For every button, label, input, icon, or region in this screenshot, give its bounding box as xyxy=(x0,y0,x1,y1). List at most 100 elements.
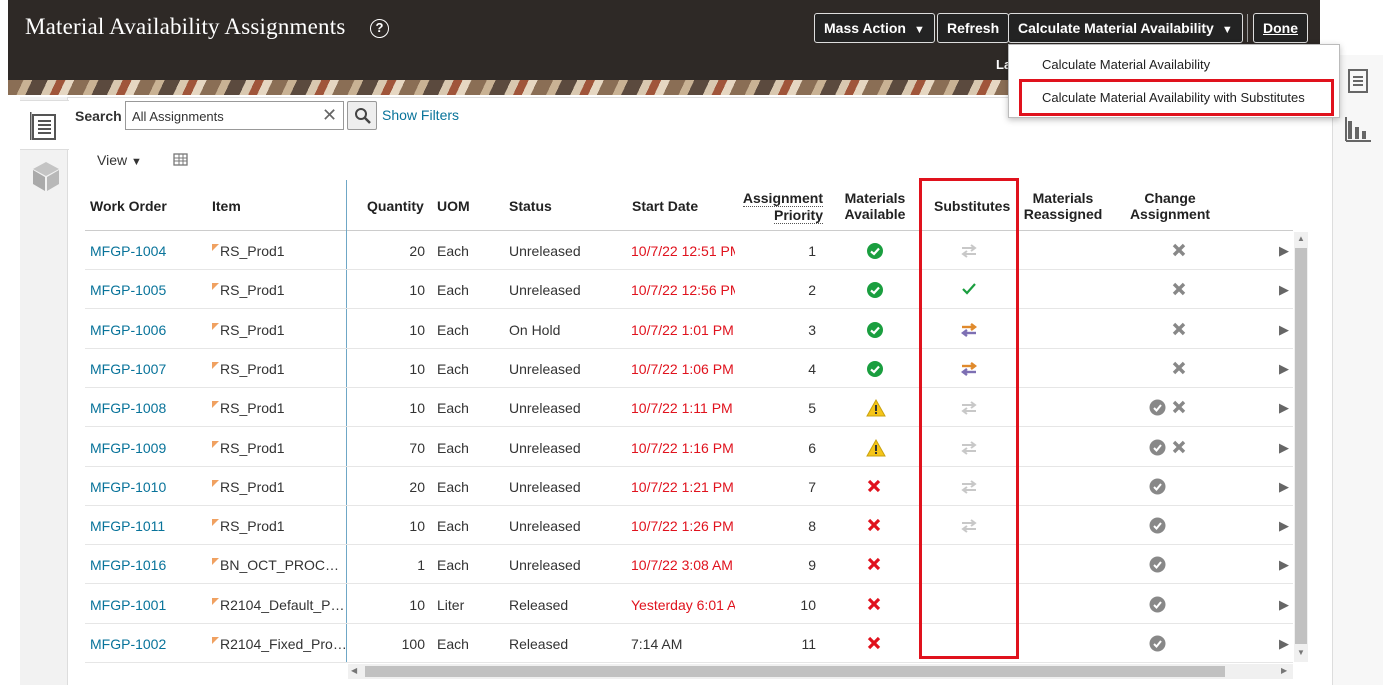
tab-list-view[interactable] xyxy=(20,100,69,150)
table-row[interactable]: MFGP-1002 R2104_Fixed_Pro… 100 Each Released… xyxy=(85,624,1293,663)
table-row[interactable]: MFGP-1006 RS_Prod1 10 Each On Hold 10/7/22 1:… xyxy=(85,310,1293,349)
check-gray-icon[interactable] xyxy=(1149,596,1166,616)
header-assignment-priority[interactable]: Assignment Priority xyxy=(741,190,823,224)
check-gray-icon[interactable] xyxy=(1149,399,1166,419)
warning-icon xyxy=(866,438,886,460)
row-expand-icon[interactable]: ▶ xyxy=(1279,361,1289,377)
freeze-columns-icon[interactable] xyxy=(171,151,189,169)
row-expand-icon[interactable]: ▶ xyxy=(1279,597,1289,613)
work-order-link[interactable]: MFGP-1016 xyxy=(90,557,166,573)
header-item[interactable]: Item xyxy=(212,198,241,214)
caret-down-icon: ▼ xyxy=(913,24,925,36)
x-gray-icon[interactable] xyxy=(1171,360,1187,379)
check-gray-icon[interactable] xyxy=(1149,517,1166,537)
row-expand-icon[interactable]: ▶ xyxy=(1279,479,1289,495)
document-icon[interactable] xyxy=(1348,69,1368,93)
done-button[interactable]: Done xyxy=(1253,13,1308,43)
work-order-link[interactable]: MFGP-1001 xyxy=(90,597,166,613)
check-gray-icon[interactable] xyxy=(1149,556,1166,576)
work-order-link[interactable]: MFGP-1007 xyxy=(90,361,166,377)
table-row[interactable]: MFGP-1004 RS_Prod1 20 Each Unreleased 10/7/22… xyxy=(85,231,1293,270)
x-gray-icon[interactable] xyxy=(1171,242,1187,261)
header-materials-reassigned[interactable]: Materials Reassigned xyxy=(1022,190,1104,222)
horizontal-scroll-thumb[interactable] xyxy=(365,666,1225,677)
status-cell: Released xyxy=(509,596,569,613)
work-order-link[interactable]: MFGP-1008 xyxy=(90,400,166,416)
check-circle-icon xyxy=(866,321,884,342)
work-order-link[interactable]: MFGP-1002 xyxy=(90,636,166,652)
work-order-link[interactable]: MFGP-1005 xyxy=(90,282,166,298)
scroll-up-icon[interactable]: ▲ xyxy=(1297,234,1305,243)
row-expand-icon[interactable]: ▶ xyxy=(1279,636,1289,652)
uom-cell: Each xyxy=(437,400,469,417)
table-row[interactable]: MFGP-1008 RS_Prod1 10 Each Unreleased 10/7/22… xyxy=(85,388,1293,428)
table-row[interactable]: MFGP-1011 RS_Prod1 10 Each Unreleased 10/7/22… xyxy=(85,506,1293,546)
start-date-cell: 10/7/22 12:51 PM xyxy=(631,243,735,259)
show-filters-link[interactable]: Show Filters xyxy=(382,107,459,123)
calculate-material-availability-button[interactable]: Calculate Material Availability ▼ xyxy=(1008,13,1243,43)
row-expand-icon[interactable]: ▶ xyxy=(1279,557,1289,573)
header-work-order[interactable]: Work Order xyxy=(90,198,167,214)
table-row[interactable]: MFGP-1010 RS_Prod1 20 Each Unreleased 10/7/22… xyxy=(85,467,1293,506)
quantity-cell: 70 xyxy=(409,439,425,456)
header-start-date[interactable]: Start Date xyxy=(632,198,698,214)
quantity-cell: 10 xyxy=(409,360,425,377)
view-menu[interactable]: View ▼ xyxy=(97,152,142,168)
x-gray-icon[interactable] xyxy=(1171,439,1187,458)
uom-cell: Each xyxy=(437,478,469,495)
uom-cell: Each xyxy=(437,243,469,259)
refresh-button[interactable]: Refresh xyxy=(937,13,1010,43)
header-status[interactable]: Status xyxy=(509,198,552,214)
x-gray-icon[interactable] xyxy=(1171,281,1187,300)
row-expand-icon[interactable]: ▶ xyxy=(1279,322,1289,338)
start-date-cell: 10/7/22 1:26 PM xyxy=(631,518,734,535)
bar-chart-icon[interactable] xyxy=(1344,115,1372,143)
menu-item-calculate[interactable]: Calculate Material Availability xyxy=(1042,57,1210,72)
header-quantity[interactable]: Quantity xyxy=(367,198,424,214)
item-cell: BN_OCT_PROC… xyxy=(212,557,339,573)
table-row[interactable]: MFGP-1001 R2104_Default_P… 10 Liter Released… xyxy=(85,585,1293,624)
row-expand-icon[interactable]: ▶ xyxy=(1279,518,1289,534)
x-gray-icon[interactable] xyxy=(1171,321,1187,340)
work-order-link[interactable]: MFGP-1011 xyxy=(90,518,165,534)
help-icon[interactable]: ? xyxy=(370,19,389,38)
priority-cell: 1 xyxy=(808,243,816,259)
table-row[interactable]: MFGP-1005 RS_Prod1 10 Each Unreleased 10/7/22… xyxy=(85,270,1293,310)
row-expand-icon[interactable]: ▶ xyxy=(1279,243,1289,259)
header-change-assignment[interactable]: Change Assignment xyxy=(1126,190,1214,222)
check-gray-icon[interactable] xyxy=(1149,439,1166,459)
scroll-right-icon[interactable]: ▶ xyxy=(1281,666,1287,675)
scroll-down-icon[interactable]: ▼ xyxy=(1297,648,1305,657)
scroll-left-icon[interactable]: ◀ xyxy=(351,666,357,675)
cube-icon[interactable] xyxy=(31,160,61,192)
work-order-link[interactable]: MFGP-1004 xyxy=(90,243,166,259)
item-cell: RS_Prod1 xyxy=(212,361,285,377)
work-order-link[interactable]: MFGP-1010 xyxy=(90,479,166,495)
x-gray-icon[interactable] xyxy=(1171,399,1187,418)
table-row[interactable]: MFGP-1007 RS_Prod1 10 Each Unreleased 10/7/22… xyxy=(85,349,1293,388)
search-input[interactable]: All Assignments xyxy=(125,101,344,130)
check-gray-icon[interactable] xyxy=(1149,478,1166,498)
priority-cell: 11 xyxy=(801,636,816,652)
item-name: RS_Prod1 xyxy=(220,518,285,535)
vertical-scroll-thumb[interactable] xyxy=(1295,248,1307,644)
quantity-cell: 10 xyxy=(409,400,425,417)
highlight-box-menu xyxy=(1019,79,1334,116)
work-order-link[interactable]: MFGP-1009 xyxy=(90,440,166,456)
table-row[interactable]: MFGP-1009 RS_Prod1 70 Each Unreleased 10/7/22… xyxy=(85,428,1293,467)
table-row[interactable]: MFGP-1016 BN_OCT_PROC… 1 Each Unreleased 10/7… xyxy=(85,545,1293,585)
row-expand-icon[interactable]: ▶ xyxy=(1279,440,1289,456)
row-expand-icon[interactable]: ▶ xyxy=(1279,400,1289,416)
row-expand-icon[interactable]: ▶ xyxy=(1279,282,1289,298)
header-materials-available[interactable]: Materials Available xyxy=(838,190,912,222)
clear-icon[interactable]: ✕ xyxy=(322,105,337,126)
search-button[interactable] xyxy=(347,101,377,130)
check-gray-icon[interactable] xyxy=(1149,635,1166,655)
start-date-cell: Yesterday 6:01 AM xyxy=(631,596,735,613)
item-name: BN_OCT_PROC… xyxy=(220,557,340,574)
header-uom[interactable]: UOM xyxy=(437,198,470,214)
search-label: Search xyxy=(75,108,122,124)
mass-action-button[interactable]: Mass Action ▼ xyxy=(814,13,935,43)
quantity-cell: 10 xyxy=(409,282,425,299)
work-order-link[interactable]: MFGP-1006 xyxy=(90,322,166,338)
